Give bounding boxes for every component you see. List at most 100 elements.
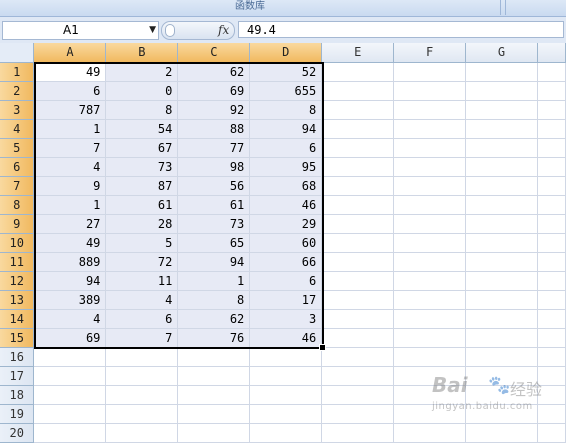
cell-empty[interactable] [537, 233, 566, 253]
cell-empty[interactable] [393, 290, 467, 310]
cell-c6[interactable]: 98 [177, 157, 251, 177]
cell-empty[interactable] [321, 62, 395, 82]
cell-empty[interactable] [465, 195, 538, 215]
cell-b6[interactable]: 73 [105, 157, 179, 177]
cell-d7[interactable]: 68 [249, 176, 323, 196]
cell-empty[interactable] [393, 252, 467, 272]
cell-d5[interactable]: 6 [249, 138, 323, 158]
cell-empty[interactable] [465, 138, 538, 158]
cell-c18[interactable] [177, 385, 251, 405]
cell-empty[interactable] [393, 195, 467, 215]
row-header-10[interactable]: 10 [0, 233, 35, 253]
cell-empty[interactable] [393, 271, 467, 291]
cell-a7[interactable]: 9 [33, 176, 107, 196]
cell-c7[interactable]: 56 [177, 176, 251, 196]
row-header-9[interactable]: 9 [0, 214, 35, 234]
cell-a12[interactable]: 94 [33, 271, 107, 291]
cell-empty[interactable] [465, 252, 538, 272]
cell-c19[interactable] [177, 404, 251, 424]
cell-empty[interactable] [321, 195, 395, 215]
chevron-down-icon[interactable]: ▼ [149, 22, 156, 39]
resize-handle-icon[interactable] [165, 24, 175, 37]
cell-b5[interactable]: 67 [105, 138, 179, 158]
cell-empty[interactable] [465, 214, 538, 234]
cell-b1[interactable]: 2 [105, 62, 179, 82]
cell-empty[interactable] [393, 214, 467, 234]
row-header-6[interactable]: 6 [0, 157, 35, 177]
cell-c15[interactable]: 76 [177, 328, 251, 348]
cell-empty[interactable] [321, 119, 395, 139]
cell-empty[interactable] [321, 290, 395, 310]
cell-a3[interactable]: 787 [33, 100, 107, 120]
cell-empty[interactable] [537, 138, 566, 158]
cell-empty[interactable] [465, 423, 538, 443]
cell-b10[interactable]: 5 [105, 233, 179, 253]
cell-d17[interactable] [249, 366, 323, 386]
cell-a15[interactable]: 69 [33, 328, 107, 348]
cell-empty[interactable] [321, 233, 395, 253]
cell-c10[interactable]: 65 [177, 233, 251, 253]
cell-empty[interactable] [393, 176, 467, 196]
row-header-2[interactable]: 2 [0, 81, 35, 101]
column-header-d[interactable]: D [249, 43, 323, 63]
cell-empty[interactable] [465, 81, 538, 101]
row-header-8[interactable]: 8 [0, 195, 35, 215]
cell-a5[interactable]: 7 [33, 138, 107, 158]
cell-empty[interactable] [393, 119, 467, 139]
cell-empty[interactable] [537, 176, 566, 196]
cell-empty[interactable] [321, 328, 395, 348]
cell-b9[interactable]: 28 [105, 214, 179, 234]
cell-empty[interactable] [537, 347, 566, 367]
cell-empty[interactable] [393, 81, 467, 101]
row-header-15[interactable]: 15 [0, 328, 35, 348]
cell-empty[interactable] [321, 423, 395, 443]
cell-a8[interactable]: 1 [33, 195, 107, 215]
cell-empty[interactable] [465, 100, 538, 120]
cell-empty[interactable] [537, 252, 566, 272]
cell-empty[interactable] [537, 62, 566, 82]
cell-d20[interactable] [249, 423, 323, 443]
cell-empty[interactable] [465, 328, 538, 348]
select-all-corner[interactable] [0, 43, 35, 63]
cell-c12[interactable]: 1 [177, 271, 251, 291]
column-header-partial[interactable] [537, 43, 566, 63]
row-header-4[interactable]: 4 [0, 119, 35, 139]
column-header-a[interactable]: A [33, 43, 107, 63]
cell-empty[interactable] [465, 233, 538, 253]
cell-b3[interactable]: 8 [105, 100, 179, 120]
cell-a4[interactable]: 1 [33, 119, 107, 139]
cell-b4[interactable]: 54 [105, 119, 179, 139]
cell-empty[interactable] [537, 309, 566, 329]
row-header-12[interactable]: 12 [0, 271, 35, 291]
ribbon-group-function-library[interactable]: 函数库 [0, 0, 501, 15]
row-header-13[interactable]: 13 [0, 290, 35, 310]
column-header-g[interactable]: G [465, 43, 538, 63]
cell-empty[interactable] [321, 214, 395, 234]
cell-empty[interactable] [465, 157, 538, 177]
cell-empty[interactable] [537, 81, 566, 101]
cell-empty[interactable] [537, 195, 566, 215]
cell-empty[interactable] [321, 271, 395, 291]
cell-b11[interactable]: 72 [105, 252, 179, 272]
cell-d15[interactable]: 46 [249, 328, 323, 348]
cell-empty[interactable] [321, 404, 395, 424]
cell-empty[interactable] [321, 100, 395, 120]
cell-c20[interactable] [177, 423, 251, 443]
cell-empty[interactable] [321, 347, 395, 367]
cell-empty[interactable] [465, 176, 538, 196]
cell-b7[interactable]: 87 [105, 176, 179, 196]
cell-b2[interactable]: 0 [105, 81, 179, 101]
row-header-1[interactable]: 1 [0, 62, 35, 82]
row-header-16[interactable]: 16 [0, 347, 35, 367]
cell-c1[interactable]: 62 [177, 62, 251, 82]
cell-c5[interactable]: 77 [177, 138, 251, 158]
row-header-5[interactable]: 5 [0, 138, 35, 158]
cell-empty[interactable] [537, 328, 566, 348]
cell-d13[interactable]: 17 [249, 290, 323, 310]
cell-empty[interactable] [321, 366, 395, 386]
column-header-f[interactable]: F [393, 43, 467, 63]
cell-d14[interactable]: 3 [249, 309, 323, 329]
cell-empty[interactable] [321, 385, 395, 405]
cell-empty[interactable] [537, 271, 566, 291]
cell-a2[interactable]: 6 [33, 81, 107, 101]
